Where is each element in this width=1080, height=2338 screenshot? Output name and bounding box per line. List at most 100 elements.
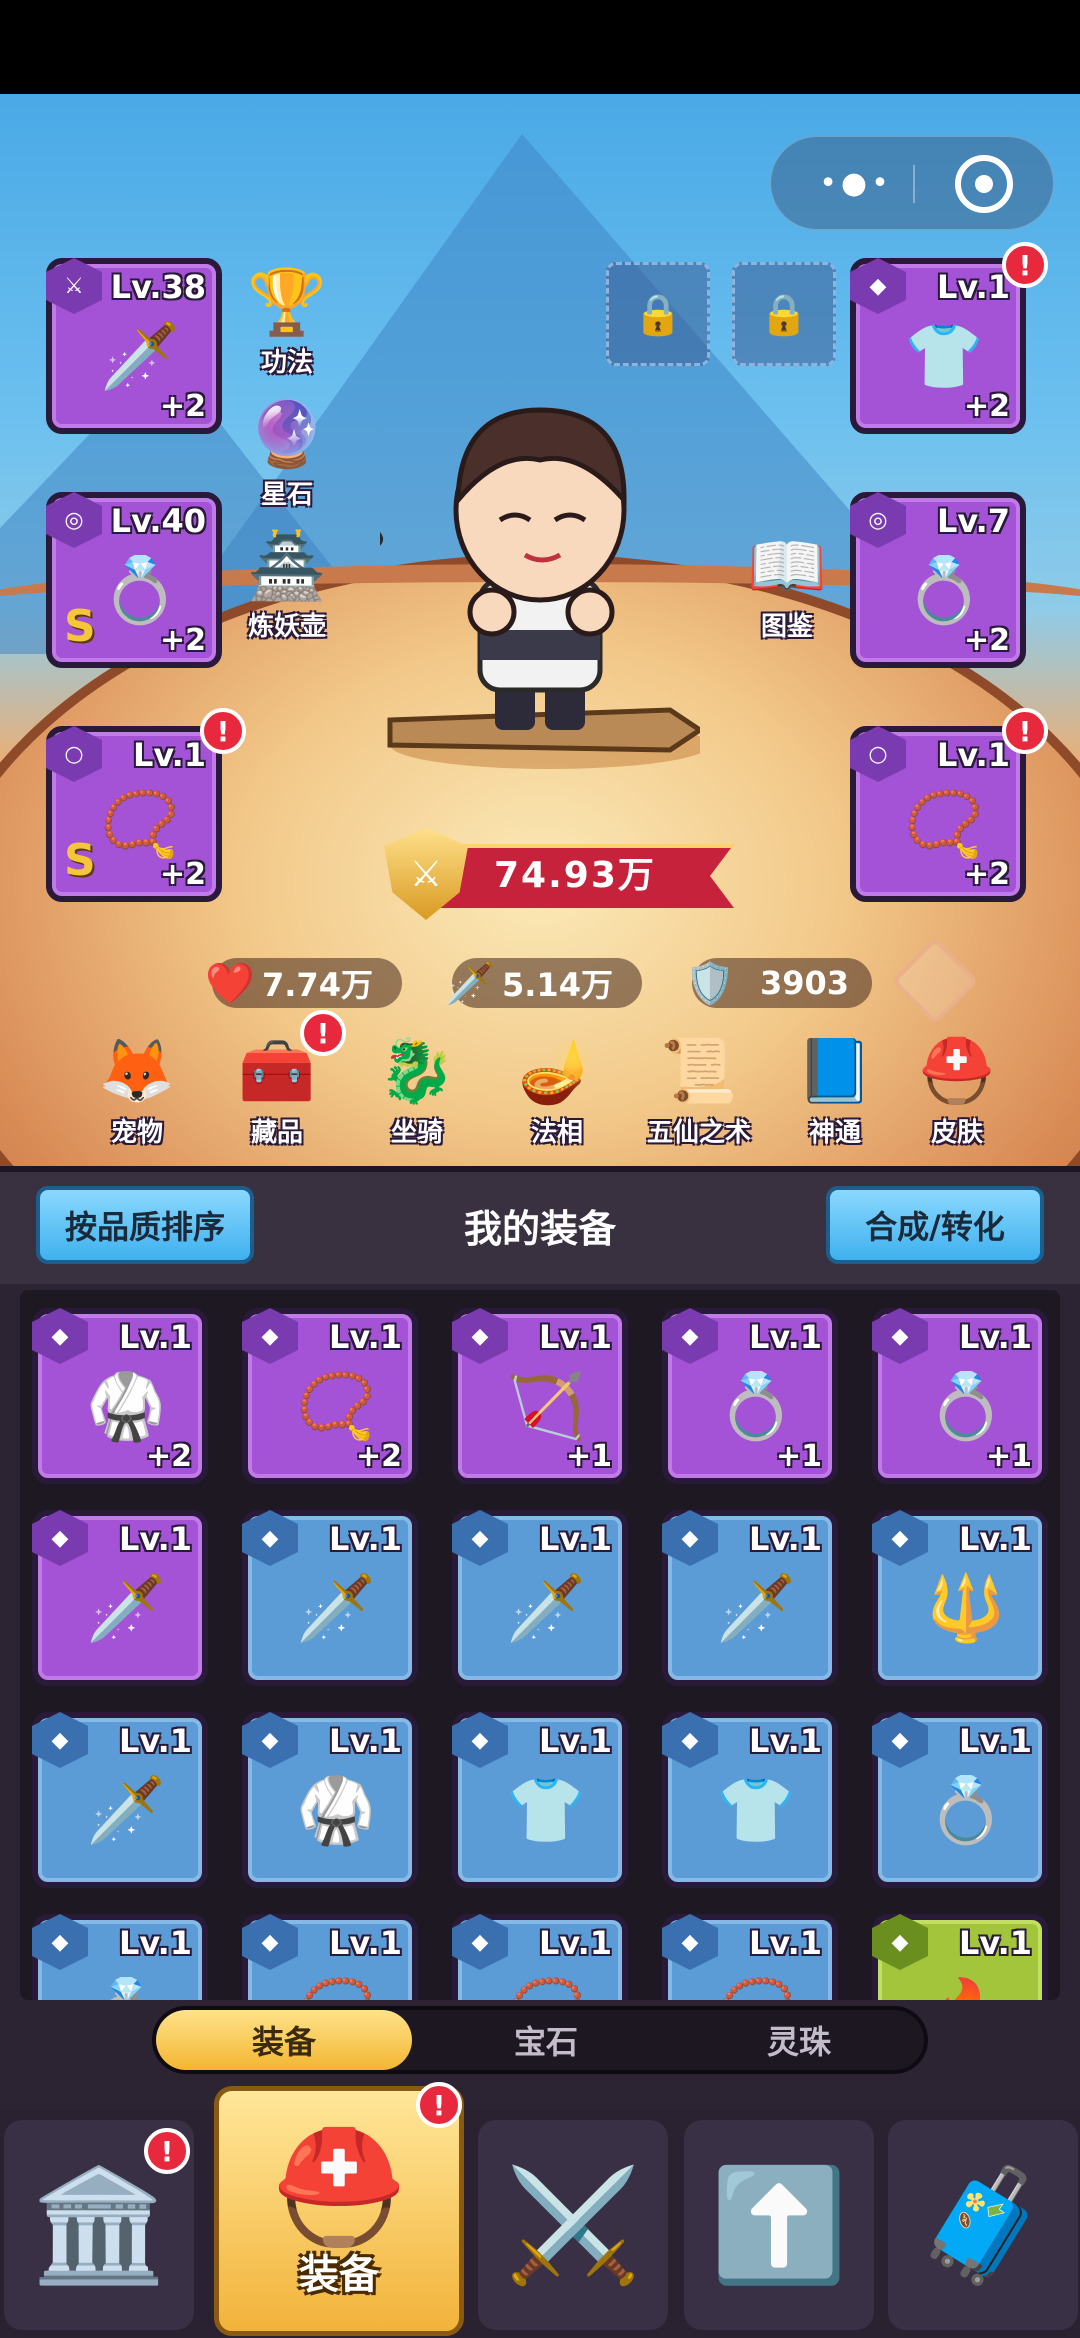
inventory-item[interactable]: ◆ Lv.1 💍 +1 bbox=[662, 1308, 838, 1484]
palace-icon: 🏛️ bbox=[30, 2160, 168, 2289]
feature-button[interactable]: ⛑️ 皮肤 bbox=[898, 1030, 1016, 1149]
tab-spirit-beads[interactable]: 灵珠 bbox=[674, 2010, 924, 2070]
item-plus: +2 bbox=[145, 1439, 192, 1474]
xingshi-label: 星石 bbox=[260, 480, 313, 510]
inventory-item[interactable]: ◆Lv.1💍 bbox=[32, 1914, 208, 2000]
inventory-item[interactable]: ◆ Lv.1 🗡️ bbox=[242, 1510, 418, 1686]
item-type-icon: ◆ bbox=[662, 1914, 718, 1970]
slot-level: Lv.7 bbox=[936, 502, 1010, 540]
item-icon: 🔱 bbox=[926, 1571, 1006, 1646]
feature-label: 藏品 bbox=[250, 1118, 303, 1148]
equip-slot-ring[interactable]: ◎ Lv.40 💍 S +2 bbox=[46, 492, 222, 668]
inventory-item[interactable]: ◆ Lv.1 🗡️ bbox=[32, 1712, 208, 1888]
item-level: Lv.1 bbox=[748, 1924, 822, 1962]
inventory-item[interactable]: ◆ Lv.1 💍 +1 bbox=[872, 1308, 1048, 1484]
equip-slot-necklace[interactable]: ○ Lv.1 📿 S +2 bbox=[46, 726, 222, 902]
inventory-item[interactable]: ◆ Lv.1 👕 bbox=[452, 1712, 628, 1888]
hero-character[interactable] bbox=[380, 340, 700, 770]
pagoda-icon: 🏯 bbox=[247, 529, 327, 604]
miniprogram-capsule: •●• bbox=[770, 136, 1054, 230]
inventory-item[interactable]: ◆ Lv.1 🥋 bbox=[242, 1712, 418, 1888]
item-icon: 💍 bbox=[926, 1773, 1006, 1848]
item-icon: 🥋 bbox=[296, 1773, 376, 1848]
inventory-item[interactable]: ◆Lv.1💍 bbox=[872, 1712, 1048, 1888]
item-icon: 🗡️ bbox=[296, 1571, 376, 1646]
feature-button[interactable]: 📜 五仙之术 bbox=[640, 1030, 758, 1149]
item-icon: 🗡️ bbox=[86, 1773, 166, 1848]
item-icon: 👕 bbox=[716, 1773, 796, 1848]
item-level: Lv.1 bbox=[328, 1318, 402, 1356]
item-type-icon: ◆ bbox=[662, 1510, 718, 1566]
inventory-item[interactable]: ◆ Lv.1 👕 bbox=[662, 1712, 838, 1888]
hp-value: 7.74万 bbox=[262, 966, 373, 1004]
item-plus: +1 bbox=[775, 1439, 822, 1474]
rank-s-badge: S bbox=[64, 835, 96, 886]
feature-icon: 🦊 bbox=[98, 1034, 176, 1107]
sort-by-quality-button[interactable]: 按品质排序 bbox=[36, 1186, 254, 1264]
capsule-divider bbox=[913, 165, 915, 203]
nav-battle[interactable]: ⚔️ bbox=[478, 2120, 668, 2330]
feature-button[interactable]: 📘 神通 bbox=[776, 1030, 894, 1149]
power-value: 74.93万 bbox=[494, 855, 656, 896]
item-level: Lv.1 bbox=[538, 1924, 612, 1962]
slot-level: Lv.40 bbox=[110, 502, 206, 540]
feature-button[interactable]: 🦊 宠物 bbox=[78, 1030, 196, 1149]
item-type-icon: ◆ bbox=[872, 1308, 928, 1364]
feature-icon: 🪔 bbox=[518, 1034, 596, 1107]
inventory-item[interactable]: ◆ Lv.1 🏹 +1 bbox=[452, 1308, 628, 1484]
item-type-icon: ◆ bbox=[32, 1510, 88, 1566]
item-plus: +1 bbox=[985, 1439, 1032, 1474]
tab-gems[interactable]: 宝石 bbox=[418, 2010, 674, 2070]
gongfa-button[interactable]: 🏆 功法 bbox=[232, 262, 342, 379]
inventory-item[interactable]: ◆ Lv.1📿 bbox=[452, 1914, 628, 2000]
item-icon: 🔥 bbox=[918, 1964, 1014, 2001]
equip-slot-weapon[interactable]: ⚔ Lv.38 🗡️ +2 bbox=[46, 258, 222, 434]
shield-icon: 🛡️ bbox=[685, 960, 735, 1007]
slot-plus: +2 bbox=[159, 389, 206, 424]
rank-s-badge: S bbox=[64, 601, 96, 652]
item-level: Lv.1 bbox=[958, 1722, 1032, 1760]
equip-slot-necklace-2[interactable]: ○ Lv.1 📿 +2 bbox=[850, 726, 1026, 902]
close-target-icon[interactable] bbox=[955, 155, 1013, 213]
inventory-item[interactable]: ◆ Lv.1📿 bbox=[242, 1914, 418, 2000]
item-level: Lv.1 bbox=[538, 1520, 612, 1558]
inventory-item[interactable]: ◆ Lv.1 🔱 bbox=[872, 1510, 1048, 1686]
nav-chest[interactable]: 🧳 bbox=[888, 2120, 1078, 2330]
atk-value: 5.14万 bbox=[502, 966, 613, 1004]
slot-level: Lv.1 bbox=[132, 736, 206, 774]
item-level: Lv.1 bbox=[538, 1722, 612, 1760]
heart-icon: ❤️ bbox=[205, 960, 255, 1007]
inventory-item[interactable]: ◆ Lv.1 🗡️ bbox=[32, 1510, 208, 1686]
slot-level: Lv.1 bbox=[936, 736, 1010, 774]
item-icon: 🗡️ bbox=[716, 1571, 796, 1646]
item-type-icon: ◆ bbox=[452, 1510, 508, 1566]
tab-equipment[interactable]: 装备 bbox=[156, 2010, 412, 2070]
feature-icon: 🐉 bbox=[378, 1034, 456, 1107]
combine-convert-button[interactable]: 合成/转化 bbox=[826, 1186, 1044, 1264]
item-type-icon: ◆ bbox=[242, 1308, 298, 1364]
status-bar bbox=[0, 0, 1080, 94]
nav-upgrade[interactable]: ⬆️ bbox=[684, 2120, 874, 2330]
equip-slot-ring-2[interactable]: ◎ Lv.7 💍 +2 bbox=[850, 492, 1026, 668]
item-level: Lv.1 bbox=[328, 1722, 402, 1760]
xingshi-button[interactable]: 🔮 星石 bbox=[232, 394, 342, 511]
locked-slot-lock-icon[interactable]: 🔒 bbox=[732, 262, 836, 366]
feature-label: 坐骑 bbox=[390, 1118, 443, 1148]
feature-button[interactable]: 🪔 法相 bbox=[498, 1030, 616, 1149]
inventory-item[interactable]: ◆ Lv.1 🗡️ bbox=[452, 1510, 628, 1686]
equip-slot-armor[interactable]: ◆ Lv.1 👕 +2 bbox=[850, 258, 1026, 434]
inventory-item[interactable]: ◆ Lv.1🔥 bbox=[872, 1914, 1048, 2000]
inventory-item[interactable]: ◆ Lv.1📿 bbox=[662, 1914, 838, 2000]
inventory-item[interactable]: ◆ Lv.1 🗡️ bbox=[662, 1510, 838, 1686]
nav-equipment-label: 装备 bbox=[299, 2251, 379, 2298]
item-level: Lv.1 bbox=[118, 1520, 192, 1558]
feature-button[interactable]: 🐉 坐骑 bbox=[358, 1030, 476, 1149]
tujian-button[interactable]: 📖 图鉴 bbox=[732, 526, 842, 643]
helmet-icon: ⛑️ bbox=[270, 2122, 408, 2251]
inventory-item[interactable]: ◆ Lv.1 📿 +2 bbox=[242, 1308, 418, 1484]
item-level: Lv.1 bbox=[958, 1318, 1032, 1356]
lianyaohu-button[interactable]: 🏯 炼妖壶 bbox=[232, 526, 342, 643]
inventory-item[interactable]: ◆ Lv.1 🥋 +2 bbox=[32, 1308, 208, 1484]
lianyaohu-label: 炼妖壶 bbox=[247, 612, 326, 642]
more-menu-icon[interactable]: •●• bbox=[811, 165, 901, 203]
